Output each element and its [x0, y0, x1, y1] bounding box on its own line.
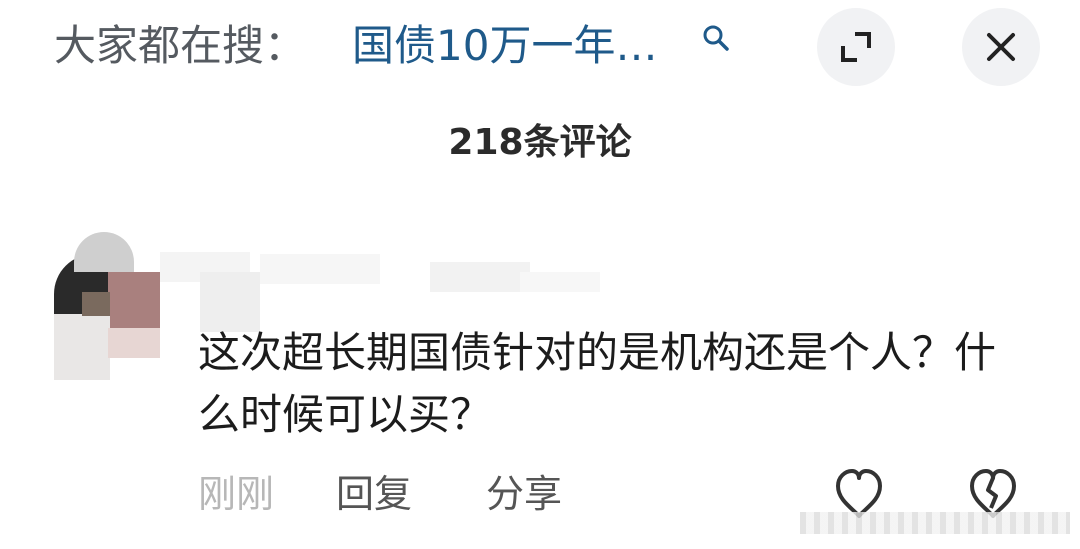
comment-body: 这次超长期国债针对的是机构还是个人？什么时候可以买？	[198, 328, 997, 439]
reply-button[interactable]: 回复	[336, 466, 412, 522]
comment-count-title: 218条评论	[448, 122, 632, 163]
close-icon	[987, 33, 1015, 61]
expand-button[interactable]	[817, 8, 895, 86]
avatar[interactable]	[54, 232, 160, 380]
search-icon[interactable]	[702, 24, 730, 52]
trending-search-query-link[interactable]: 国债10万一年…	[352, 18, 657, 74]
share-button[interactable]: 分享	[486, 466, 562, 522]
username-pixelated[interactable]	[160, 242, 610, 332]
comment-timestamp: 刚刚	[198, 472, 275, 516]
close-button[interactable]	[962, 8, 1040, 86]
expand-icon	[841, 32, 871, 62]
trending-search-prefix: 大家都在搜：	[54, 21, 307, 70]
pixelated-strip	[800, 512, 1070, 534]
top-search-bar: 大家都在搜： 国债10万一年…	[0, 0, 1080, 100]
